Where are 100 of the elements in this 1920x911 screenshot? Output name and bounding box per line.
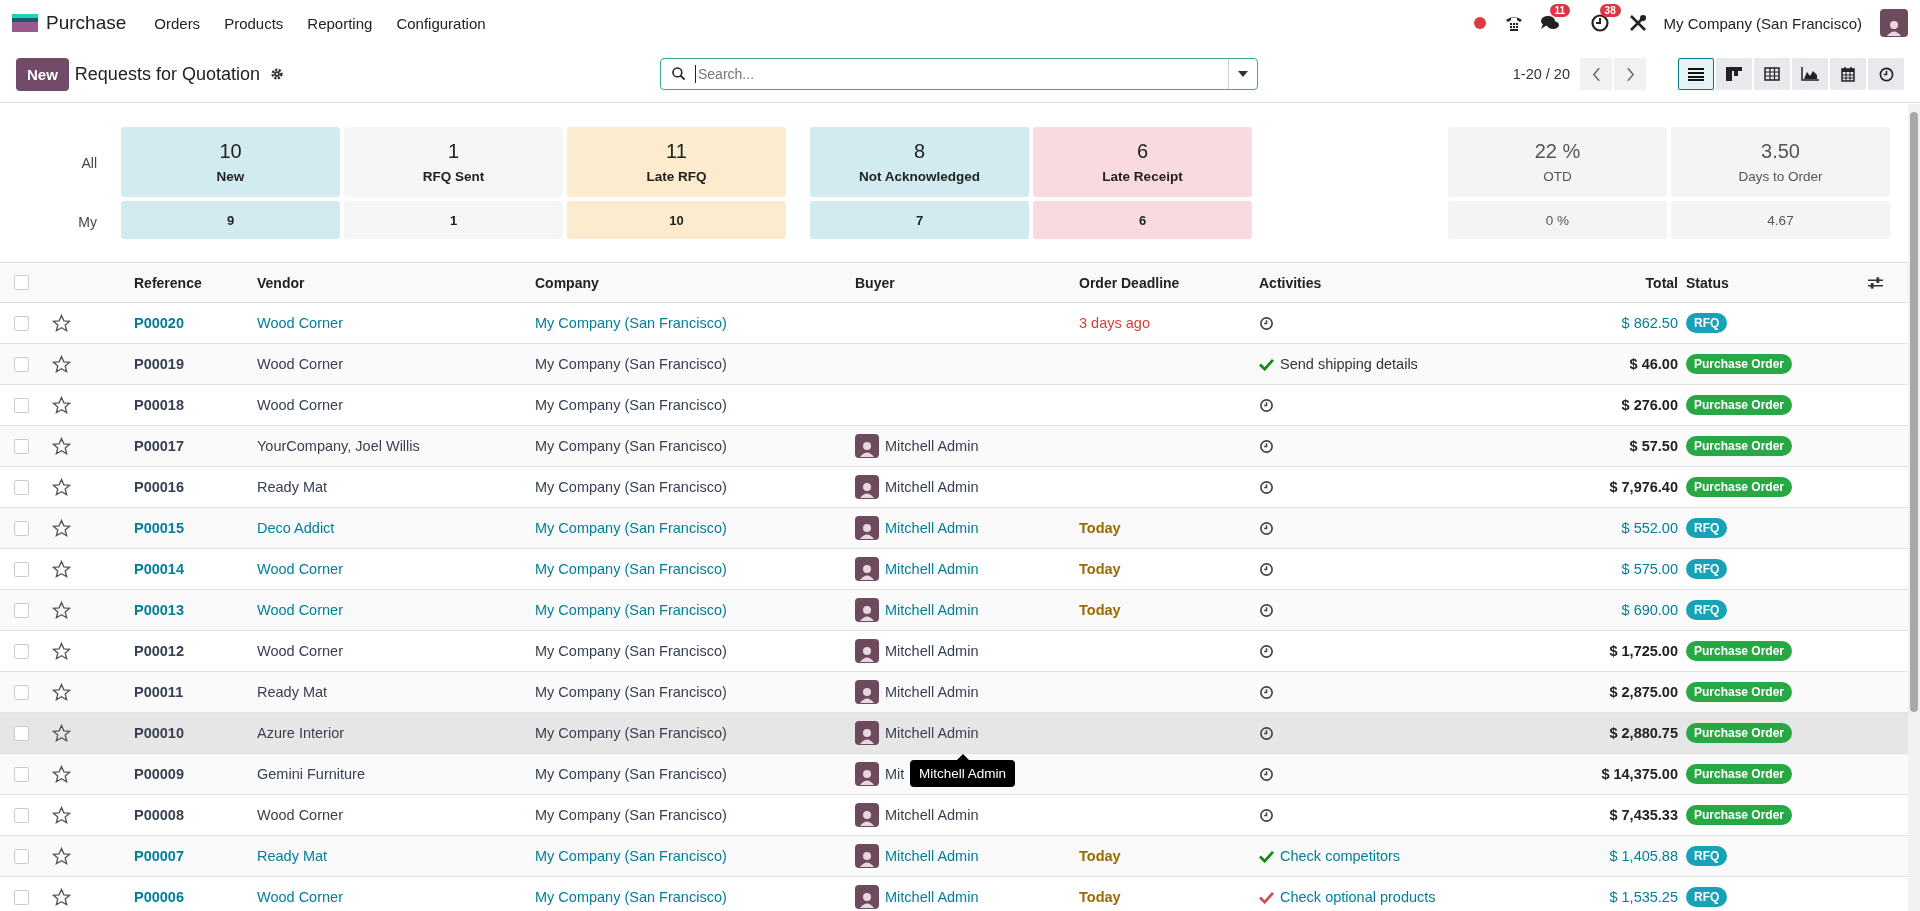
- stat-tile[interactable]: 10 New: [121, 127, 340, 197]
- column-header[interactable]: Vendor: [257, 274, 535, 291]
- stat-tile[interactable]: 8 Not Acknowledged: [810, 127, 1029, 197]
- app-name[interactable]: Purchase: [46, 12, 127, 34]
- star-icon[interactable]: [52, 354, 71, 374]
- star-icon[interactable]: [52, 436, 71, 456]
- reference-cell[interactable]: P00016: [134, 479, 257, 495]
- row-checkbox[interactable]: [14, 356, 29, 372]
- new-button[interactable]: New: [16, 57, 69, 91]
- reference-cell[interactable]: P00012: [134, 643, 257, 659]
- column-options-icon[interactable]: [1868, 275, 1883, 290]
- column-header[interactable]: Order Deadline: [1079, 274, 1259, 291]
- clock-icon[interactable]: [1259, 684, 1274, 700]
- row-checkbox[interactable]: [14, 397, 29, 413]
- reference-cell[interactable]: P00009: [134, 766, 257, 782]
- row-checkbox[interactable]: [14, 643, 29, 659]
- table-row[interactable]: P00017 YourCompany, Joel Willis My Company (San Francisco) Mitchell Admin $ 57.50 Purchase Order: [0, 426, 1908, 467]
- clock-icon[interactable]: [1259, 766, 1274, 782]
- row-checkbox[interactable]: [14, 807, 29, 823]
- star-icon[interactable]: [52, 764, 71, 784]
- row-checkbox[interactable]: [14, 602, 29, 618]
- user-avatar[interactable]: [1880, 9, 1908, 37]
- stat-tile[interactable]: 6: [1033, 201, 1252, 239]
- clock-icon[interactable]: [1259, 520, 1274, 536]
- pager-value[interactable]: 1-20 / 20: [1512, 66, 1570, 82]
- row-checkbox[interactable]: [14, 766, 29, 782]
- activity-text[interactable]: Check optional products: [1280, 889, 1436, 905]
- reference-cell[interactable]: P00007: [134, 848, 257, 864]
- reference-cell[interactable]: P00018: [134, 397, 257, 413]
- table-row[interactable]: P00015 Deco Addict My Company (San Francisco) Mitchell Admin Today $ 552.00 RFQ: [0, 508, 1908, 549]
- stat-tile[interactable]: 9: [121, 201, 340, 239]
- row-checkbox[interactable]: [14, 315, 29, 331]
- kanban-view-button[interactable]: [1716, 58, 1752, 90]
- graph-view-button[interactable]: [1792, 58, 1828, 90]
- clock-icon[interactable]: [1259, 315, 1274, 331]
- tools-icon[interactable]: [1627, 13, 1648, 33]
- checkmark-icon[interactable]: [1259, 890, 1274, 904]
- star-icon[interactable]: [52, 805, 71, 825]
- column-header[interactable]: Company: [535, 274, 855, 291]
- stat-tile[interactable]: 11 Late RFQ: [567, 127, 786, 197]
- clock-icon[interactable]: [1259, 602, 1274, 618]
- star-icon[interactable]: [52, 559, 71, 579]
- row-checkbox[interactable]: [14, 438, 29, 454]
- star-icon[interactable]: [52, 477, 71, 497]
- stat-tile[interactable]: 10: [567, 201, 786, 239]
- reference-cell[interactable]: P00015: [134, 520, 257, 536]
- checkmark-icon[interactable]: [1259, 357, 1274, 371]
- settings-icon[interactable]: [269, 67, 284, 81]
- status-dot-icon[interactable]: [1473, 17, 1486, 29]
- star-icon[interactable]: [52, 313, 71, 333]
- menu-item[interactable]: Reporting: [297, 14, 383, 32]
- clock-icon[interactable]: [1259, 807, 1274, 823]
- reference-cell[interactable]: P00017: [134, 438, 257, 454]
- activity-view-button[interactable]: [1868, 58, 1904, 90]
- table-row[interactable]: P00010 Azure Interior My Company (San Francisco) Mitchell Admin $ 2,880.75 Purchase Order: [0, 713, 1908, 754]
- column-header[interactable]: Reference: [134, 274, 257, 291]
- row-checkbox[interactable]: [14, 561, 29, 577]
- table-row[interactable]: P00013 Wood Corner My Company (San Francisco) Mitchell Admin Today $ 690.00 RFQ: [0, 590, 1908, 631]
- stat-tile[interactable]: 6 Late Receipt: [1033, 127, 1252, 197]
- reference-cell[interactable]: P00013: [134, 602, 257, 618]
- star-icon[interactable]: [52, 887, 71, 907]
- column-header[interactable]: Status: [1678, 274, 1868, 291]
- stat-tile[interactable]: 7: [810, 201, 1029, 239]
- clock-icon[interactable]: [1259, 438, 1274, 454]
- clock-icon[interactable]: [1259, 643, 1274, 659]
- menu-item[interactable]: Configuration: [386, 14, 496, 32]
- reference-cell[interactable]: P00019: [134, 356, 257, 372]
- clock-icon[interactable]: [1259, 725, 1274, 741]
- table-row[interactable]: P00011 Ready Mat My Company (San Francisco) Mitchell Admin $ 2,875.00 Purchase Order: [0, 672, 1908, 713]
- star-icon[interactable]: [52, 682, 71, 702]
- pivot-view-button[interactable]: [1754, 58, 1790, 90]
- company-switcher[interactable]: My Company (San Francisco): [1663, 14, 1862, 32]
- reference-cell[interactable]: P00010: [134, 725, 257, 741]
- activity-text[interactable]: Check competitors: [1280, 848, 1401, 864]
- star-icon[interactable]: [52, 723, 71, 743]
- column-header[interactable]: Activities: [1259, 274, 1528, 291]
- search-field[interactable]: Search...: [660, 58, 1258, 90]
- reference-cell[interactable]: P00011: [134, 684, 257, 700]
- select-all-checkbox[interactable]: [14, 275, 29, 290]
- clock-icon[interactable]: [1259, 479, 1274, 495]
- table-row[interactable]: P00009 Gemini Furniture My Company (San Francisco) Mit Mitchell Admin $ 14,375.00 Purchase Order: [0, 754, 1908, 795]
- reference-cell[interactable]: P00020: [134, 315, 257, 331]
- star-icon[interactable]: [52, 600, 71, 620]
- star-icon[interactable]: [52, 641, 71, 661]
- reference-cell[interactable]: P00008: [134, 807, 257, 823]
- row-checkbox[interactable]: [14, 725, 29, 741]
- clock-icon[interactable]: [1259, 397, 1274, 413]
- stat-tile[interactable]: 1 RFQ Sent: [344, 127, 563, 197]
- menu-item[interactable]: Orders: [144, 14, 211, 32]
- row-checkbox[interactable]: [14, 520, 29, 536]
- table-row[interactable]: P00019 Wood Corner My Company (San Francisco) Send shipping details $ 46.00 Purchase Order: [0, 344, 1908, 385]
- star-icon[interactable]: [52, 518, 71, 538]
- checkmark-icon[interactable]: [1259, 849, 1274, 863]
- clock-icon[interactable]: [1259, 561, 1274, 577]
- stat-tile[interactable]: 1: [344, 201, 563, 239]
- star-icon[interactable]: [52, 395, 71, 415]
- menu-item[interactable]: Products: [214, 14, 294, 32]
- row-checkbox[interactable]: [14, 684, 29, 700]
- scrollbar[interactable]: [1908, 104, 1920, 911]
- table-row[interactable]: P00007 Ready Mat My Company (San Francisco) Mitchell Admin Today Check competitors $ 1,405.88 RFQ: [0, 836, 1908, 877]
